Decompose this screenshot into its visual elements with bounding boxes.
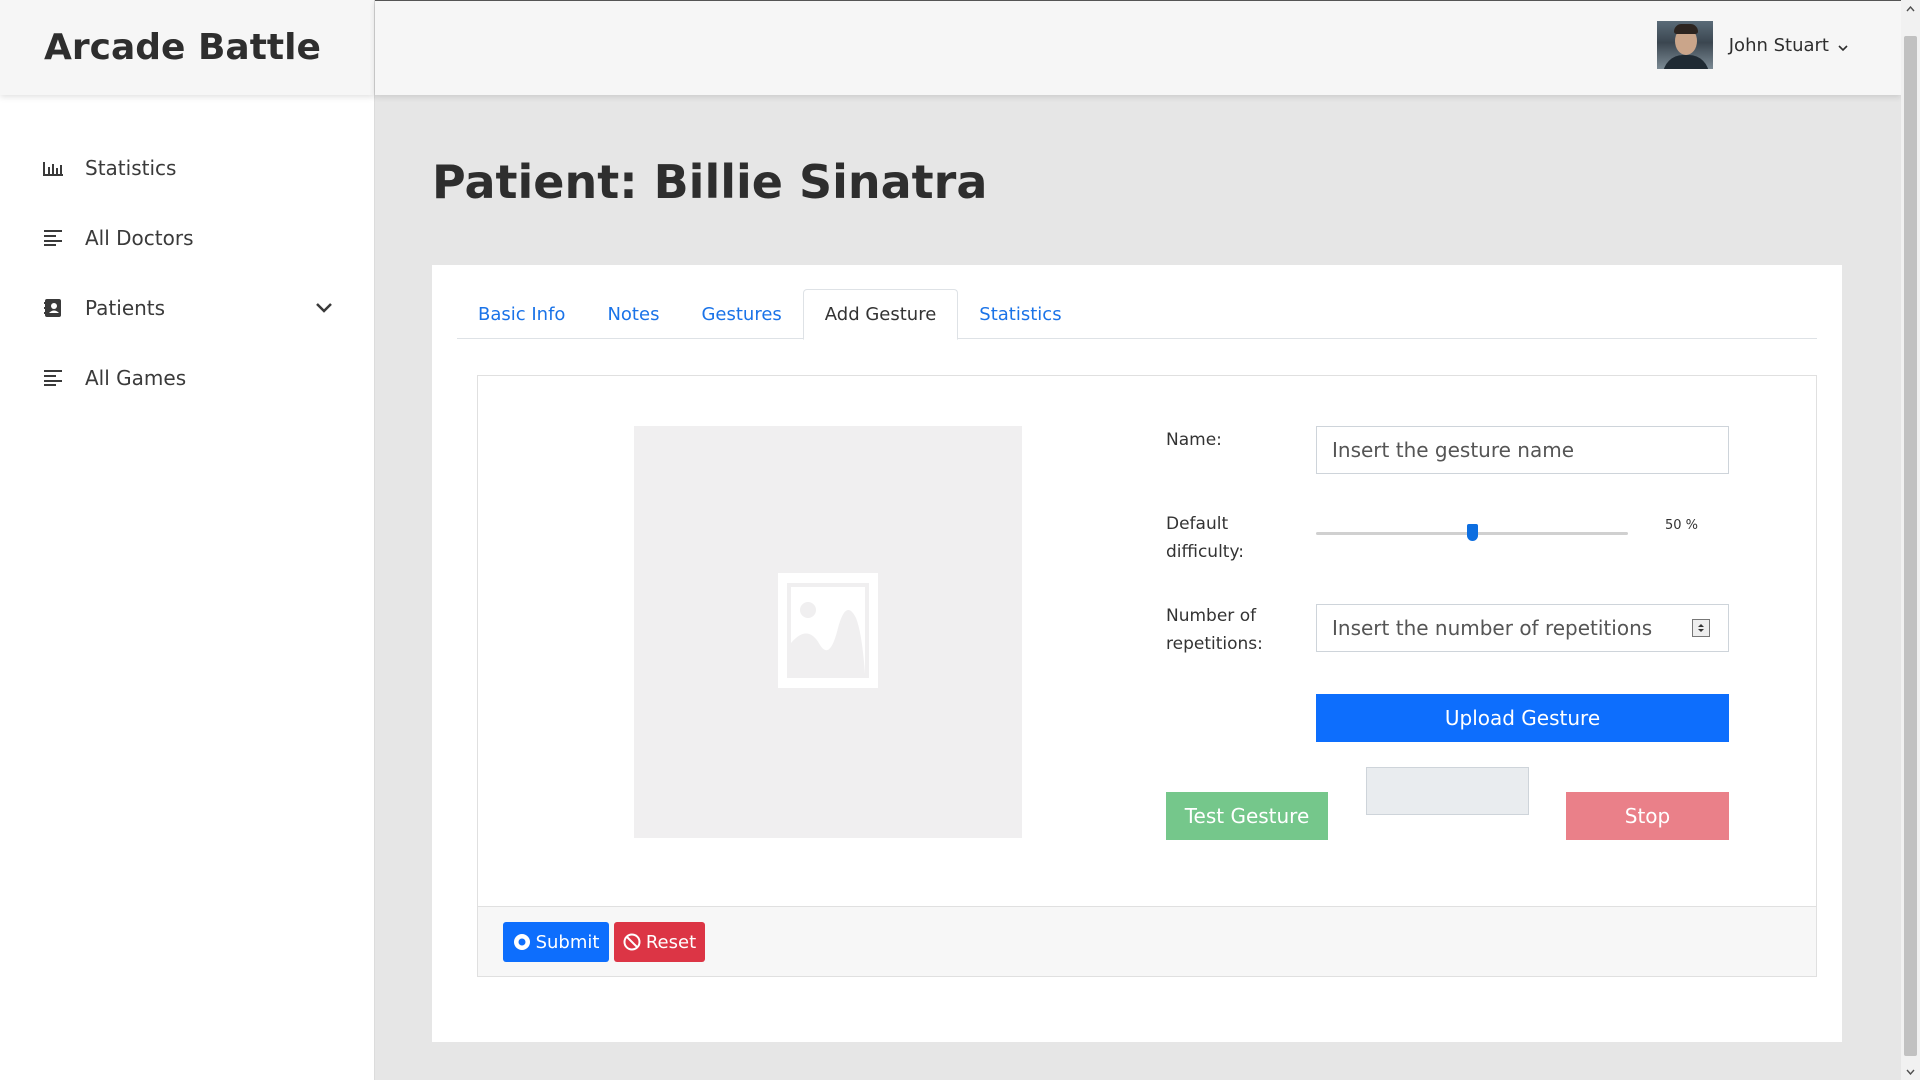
number-stepper-icon[interactable] [1692, 619, 1710, 637]
sidebar-item-all-games[interactable]: All Games [0, 343, 374, 413]
difficulty-slider-thumb[interactable] [1466, 524, 1478, 541]
stop-button[interactable]: Stop [1566, 792, 1729, 840]
submit-button[interactable]: Submit [503, 922, 609, 962]
tab-bar: Basic Info Notes Gestures Add Gesture St… [457, 289, 1817, 340]
sidebar-item-label: Statistics [85, 156, 177, 180]
tab-basic-info[interactable]: Basic Info [457, 289, 586, 339]
scroll-down-arrow-icon[interactable] [1901, 1063, 1920, 1080]
sidebar-item-all-doctors[interactable]: All Doctors [0, 203, 374, 273]
chevron-down-icon [1837, 39, 1849, 52]
avatar [1656, 21, 1713, 69]
sidebar: Arcade Battle Statistics All Doctors Pat… [0, 0, 375, 1080]
patient-card: Basic Info Notes Gestures Add Gesture St… [432, 265, 1842, 1042]
repetitions-label: Number of repetitions: [1166, 606, 1263, 654]
sidebar-item-label: All Doctors [85, 226, 194, 250]
image-placeholder-icon [778, 572, 878, 692]
tab-notes[interactable]: Notes [586, 289, 680, 339]
reset-button[interactable]: Reset [614, 922, 705, 962]
scrollbar[interactable] [1901, 0, 1920, 1080]
sidebar-item-statistics[interactable]: Statistics [0, 133, 374, 203]
sidebar-item-patients[interactable]: Patients [0, 273, 374, 343]
difficulty-value: 50 % [1665, 518, 1699, 533]
add-gesture-panel: Name: Default difficulty: 50 % Number of… [477, 375, 1817, 977]
top-bar: John Stuart [375, 0, 1901, 95]
upload-gesture-button[interactable]: Upload Gesture [1316, 694, 1729, 742]
tab-statistics[interactable]: Statistics [958, 289, 1082, 339]
name-label: Name: [1166, 430, 1222, 450]
list-icon [43, 228, 63, 248]
gesture-name-input[interactable] [1316, 426, 1729, 474]
gesture-preview [634, 426, 1022, 838]
form-footer: Submit Reset [478, 906, 1816, 976]
gesture-status-box [1366, 767, 1529, 815]
sidebar-item-label: Patients [85, 296, 166, 320]
bar-chart-icon [43, 158, 63, 178]
contact-book-icon [43, 298, 63, 318]
reset-label: Reset [645, 931, 697, 953]
test-gesture-button[interactable]: Test Gesture [1166, 792, 1328, 840]
tab-add-gesture[interactable]: Add Gesture [802, 289, 959, 340]
tab-gestures[interactable]: Gestures [680, 289, 802, 339]
user-menu[interactable]: John Stuart [1656, 21, 1849, 69]
brand-logo[interactable]: Arcade Battle [0, 0, 374, 95]
submit-label: Submit [535, 931, 600, 953]
difficulty-label: Default difficulty: [1166, 514, 1245, 562]
chevron-down-icon[interactable] [314, 298, 334, 318]
user-name: John Stuart [1728, 34, 1829, 56]
record-circle-icon [513, 933, 531, 951]
sidebar-item-label: All Games [85, 366, 187, 390]
sidebar-nav: Statistics All Doctors Patients All Game… [0, 133, 374, 413]
scrollbar-thumb[interactable] [1904, 36, 1917, 1056]
scroll-up-arrow-icon[interactable] [1901, 0, 1920, 17]
list-icon [43, 368, 63, 388]
ban-icon [623, 933, 641, 951]
repetitions-input[interactable] [1316, 604, 1729, 652]
page-title: Patient: Billie Sinatra [432, 155, 988, 209]
